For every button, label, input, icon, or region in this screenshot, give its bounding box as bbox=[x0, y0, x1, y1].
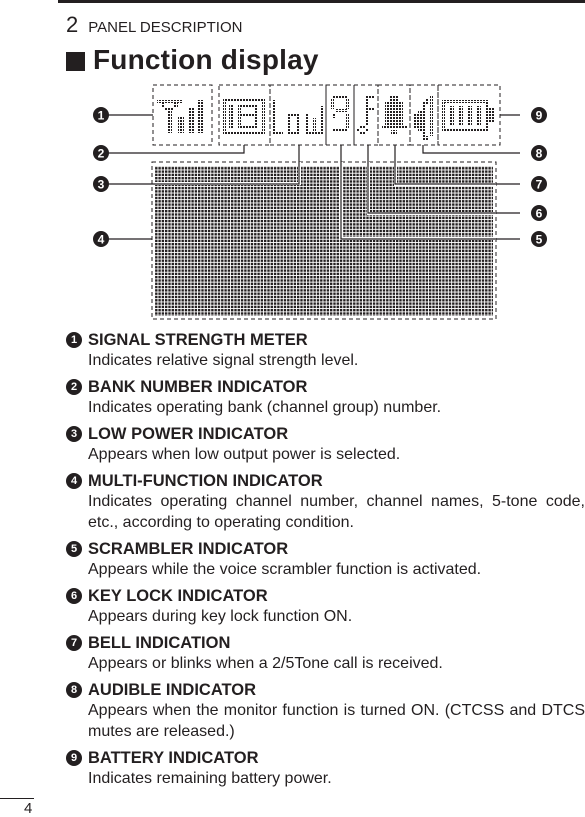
callout-5: 5 bbox=[531, 231, 547, 247]
number-bullet: 9 bbox=[66, 750, 82, 766]
item-title: BATTERY INDICATOR bbox=[88, 749, 259, 767]
svg-text:4: 4 bbox=[98, 233, 105, 247]
item-title: LOW POWER INDICATOR bbox=[88, 425, 289, 443]
item-description: Indicates relative signal strength level… bbox=[88, 352, 359, 369]
callout-6: 6 bbox=[531, 205, 547, 221]
indicator-descriptions: 1 SIGNAL STRENGTH METER Indicates relativ… bbox=[66, 330, 585, 795]
scrambler-icon bbox=[331, 96, 349, 131]
item-signal-strength-meter: 1 SIGNAL STRENGTH METER Indicates relativ… bbox=[66, 330, 585, 371]
item-title: KEY LOCK INDICATOR bbox=[88, 587, 268, 605]
svg-text:1: 1 bbox=[98, 109, 105, 123]
speaker-icon bbox=[413, 96, 433, 140]
item-scrambler-indicator: 5 SCRAMBLER INDICATOR Appears while the v… bbox=[66, 539, 585, 580]
callout-4: 4 bbox=[93, 231, 109, 247]
number-bullet: 4 bbox=[66, 473, 82, 489]
number-bullet: 6 bbox=[66, 588, 82, 604]
item-title: BANK NUMBER INDICATOR bbox=[88, 378, 308, 396]
scrambler-box bbox=[325, 84, 355, 146]
chapter-heading: 2 PANEL DESCRIPTION bbox=[66, 12, 242, 38]
item-description: Appears or blinks when a 2/5Tone call is… bbox=[88, 655, 443, 672]
item-battery-indicator: 9 BATTERY INDICATOR Indicates remaining b… bbox=[66, 748, 585, 789]
number-bullet: 3 bbox=[66, 426, 82, 442]
number-bullet: 8 bbox=[66, 682, 82, 698]
item-multi-function-indicator: 4 MULTI-FUNCTION INDICATOR Indicates oper… bbox=[66, 471, 585, 533]
svg-text:8: 8 bbox=[536, 147, 543, 161]
item-title: BELL INDICATION bbox=[88, 634, 231, 652]
item-bank-number-indicator: 2 BANK NUMBER INDICATOR Indicates operati… bbox=[66, 377, 585, 418]
svg-text:9: 9 bbox=[536, 109, 543, 123]
number-bullet: 1 bbox=[66, 332, 82, 348]
chapter-number: 2 bbox=[66, 12, 79, 37]
low-power-icon bbox=[273, 100, 324, 135]
item-description: Appears when low output power is selecte… bbox=[88, 446, 401, 463]
item-title: SCRAMBLER INDICATOR bbox=[88, 540, 289, 558]
item-description: Appears when the monitor function is tur… bbox=[88, 702, 585, 740]
section-title-text: Function display bbox=[93, 44, 319, 75]
item-description: Indicates remaining battery power. bbox=[88, 770, 332, 787]
item-title: SIGNAL STRENGTH METER bbox=[88, 331, 308, 349]
page-number-rule bbox=[0, 798, 34, 799]
item-description: Appears during key lock function ON. bbox=[88, 608, 353, 625]
item-audible-indicator: 8 AUDIBLE INDICATOR Appears when the moni… bbox=[66, 680, 585, 742]
item-title: AUDIBLE INDICATOR bbox=[88, 681, 257, 699]
top-rule bbox=[58, 0, 585, 3]
signal-strength-meter-icon bbox=[157, 100, 204, 133]
battery-icon bbox=[442, 100, 494, 131]
page-number: 4 bbox=[24, 800, 33, 817]
callout-9: 9 bbox=[531, 107, 547, 123]
svg-text:3: 3 bbox=[98, 178, 105, 192]
svg-text:6: 6 bbox=[536, 207, 543, 221]
bell-icon bbox=[382, 95, 408, 135]
item-description: Indicates operating channel number, chan… bbox=[88, 493, 585, 531]
chapter-title: PANEL DESCRIPTION bbox=[88, 19, 243, 36]
number-bullet: 7 bbox=[66, 635, 82, 651]
callout-2: 2 bbox=[93, 145, 109, 161]
svg-text:5: 5 bbox=[536, 233, 543, 247]
svg-text:2: 2 bbox=[98, 147, 105, 161]
callout-7: 7 bbox=[531, 176, 547, 192]
svg-text:7: 7 bbox=[536, 178, 543, 192]
square-bullet-icon bbox=[66, 51, 85, 71]
item-description: Appears while the voice scrambler functi… bbox=[88, 561, 482, 578]
callout-8: 8 bbox=[531, 145, 547, 161]
number-bullet: 5 bbox=[66, 541, 82, 557]
item-bell-indication: 7 BELL INDICATION Appears or blinks when … bbox=[66, 633, 585, 674]
callout-3: 3 bbox=[93, 176, 109, 192]
item-title: MULTI-FUNCTION INDICATOR bbox=[88, 472, 323, 490]
item-key-lock-indicator: 6 KEY LOCK INDICATOR Appears during key l… bbox=[66, 586, 585, 627]
item-description: Indicates operating bank (channel group)… bbox=[88, 399, 442, 416]
function-display-diagram: 1 2 3 4 5 6 7 8 9 bbox=[93, 84, 547, 320]
callout-1: 1 bbox=[93, 107, 109, 123]
item-low-power-indicator: 3 LOW POWER INDICATOR Appears when low ou… bbox=[66, 424, 585, 465]
indicator-boxes bbox=[152, 84, 501, 146]
number-bullet: 2 bbox=[66, 379, 82, 395]
bank-number-icon bbox=[223, 98, 265, 134]
key-lock-icon bbox=[357, 96, 374, 135]
section-title: Function display bbox=[66, 44, 319, 76]
